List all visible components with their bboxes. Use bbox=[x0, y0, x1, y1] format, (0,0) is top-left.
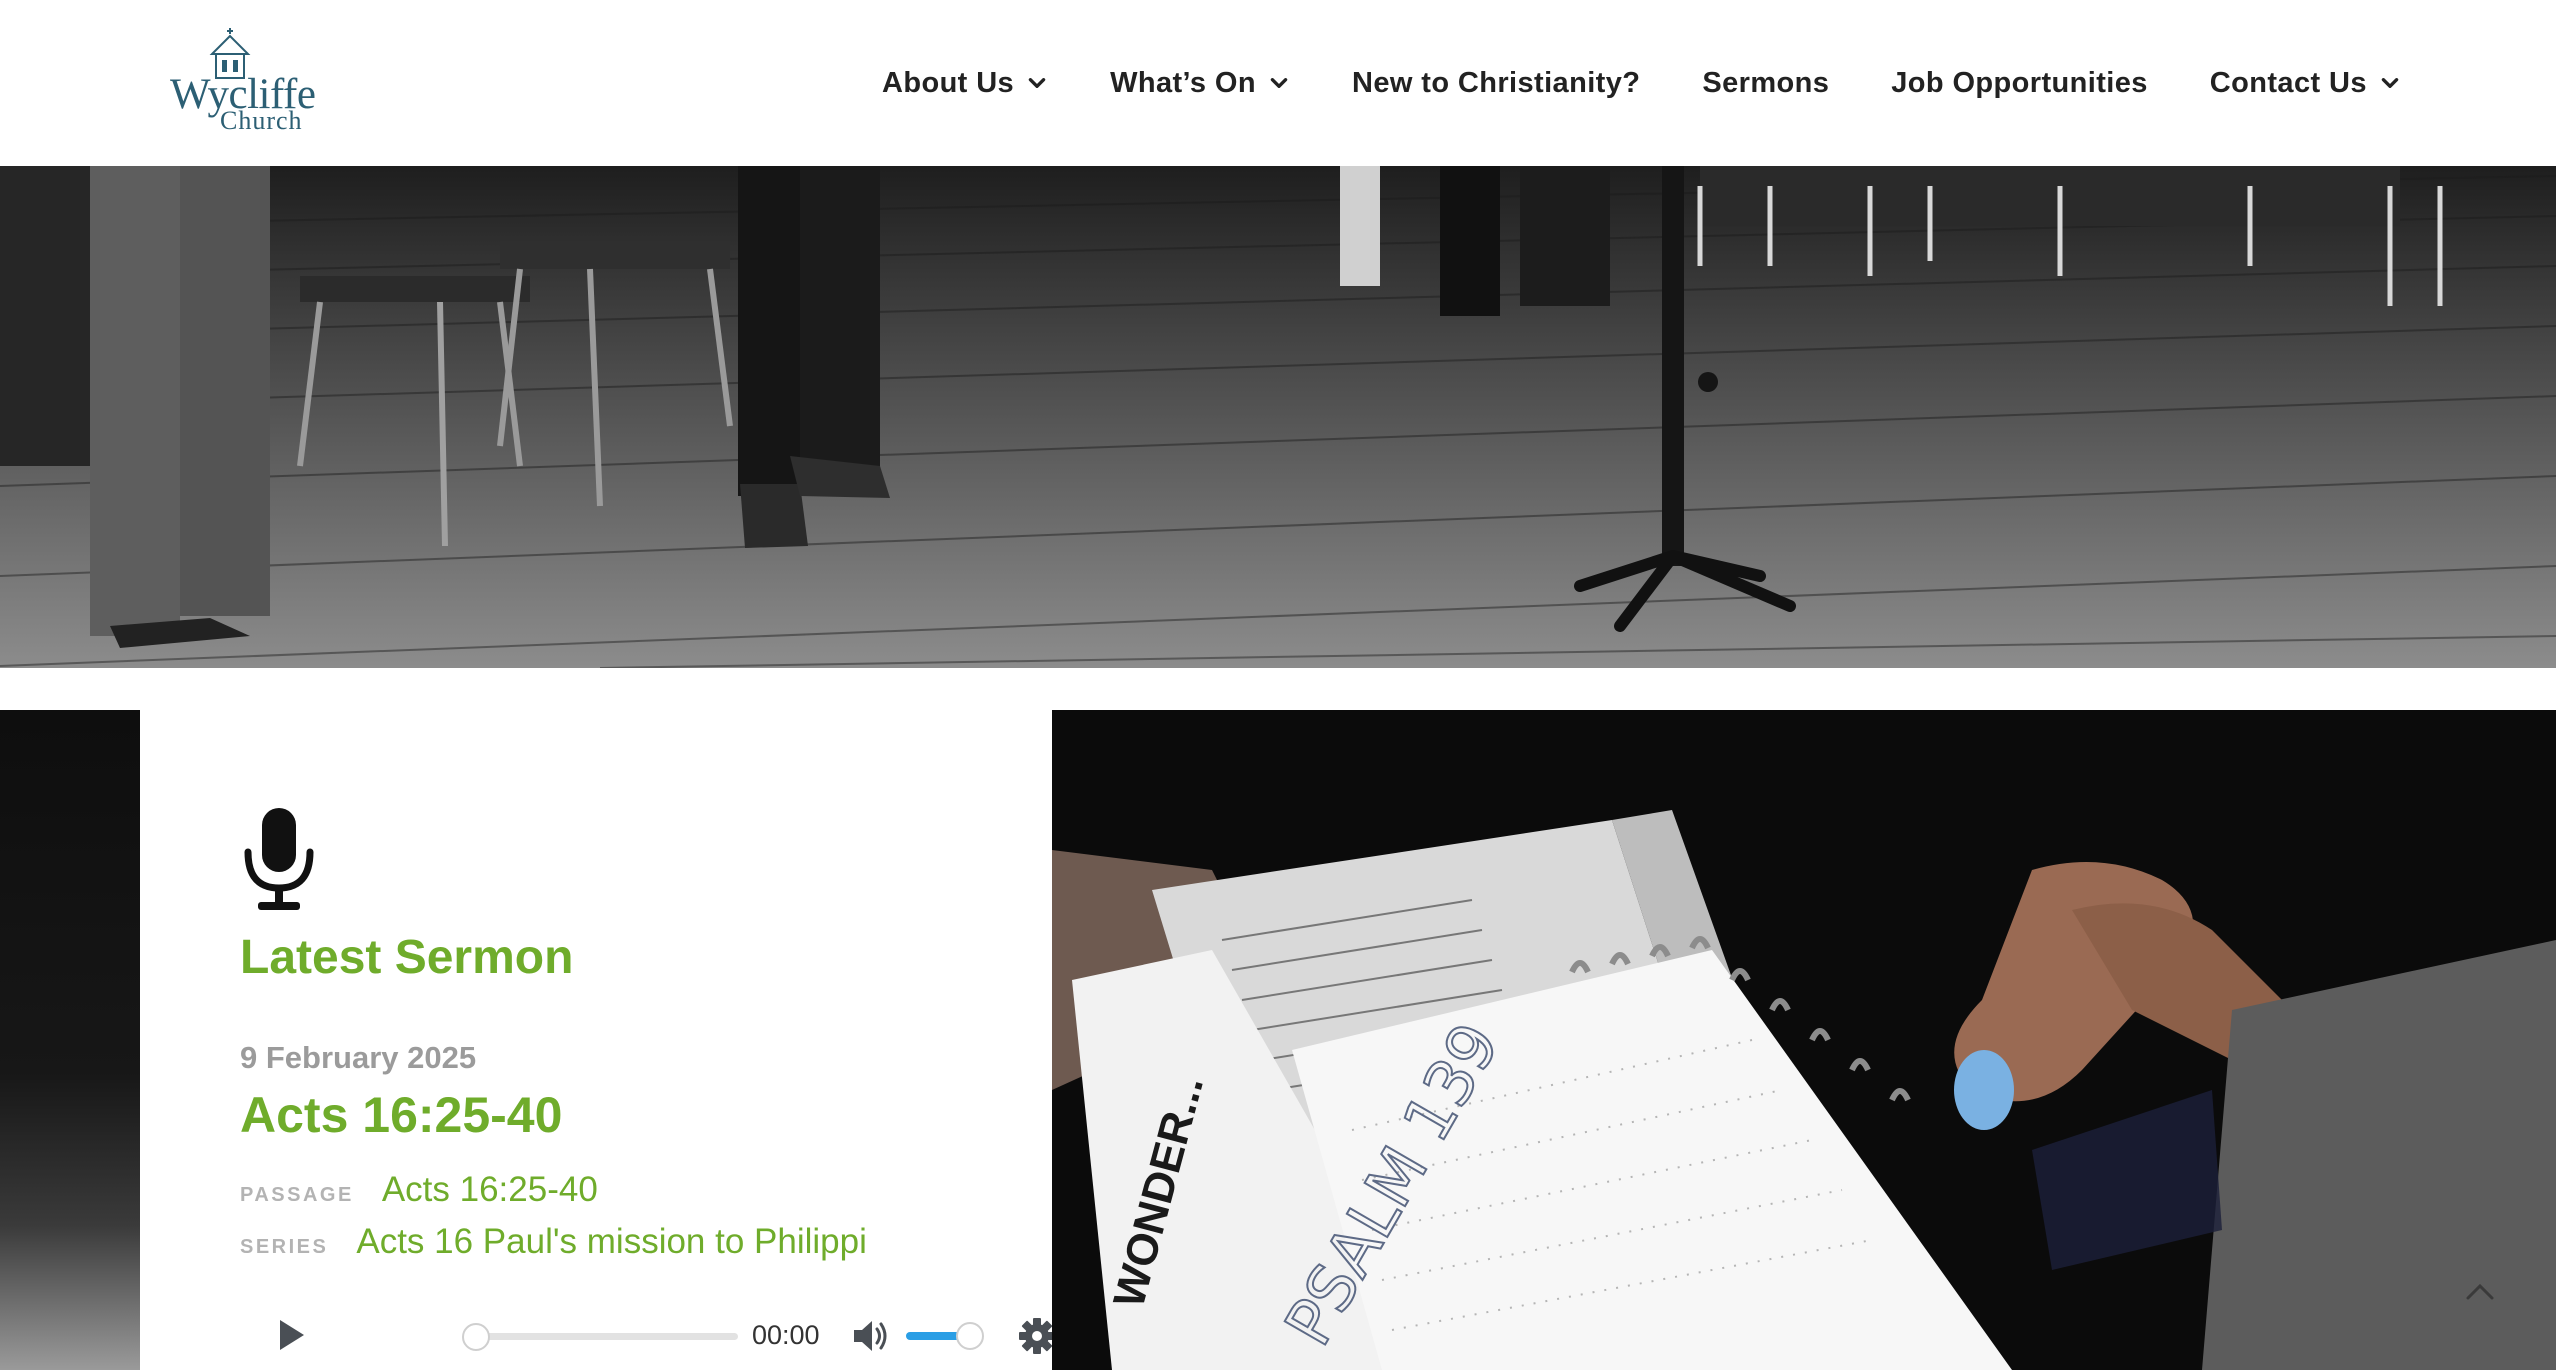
sermon-title[interactable]: Acts 16:25-40 bbox=[240, 1086, 562, 1144]
current-time: 00:00 bbox=[752, 1320, 820, 1350]
sermon-date: 9 February 2025 bbox=[240, 1040, 477, 1075]
play-icon[interactable] bbox=[270, 1315, 310, 1355]
nav-label: Contact Us bbox=[2209, 66, 2367, 99]
nav-item-about-us[interactable]: About Us bbox=[882, 67, 1048, 100]
volume-icon[interactable] bbox=[850, 1318, 890, 1354]
bible-notebook-photo: WONDER... PSALM 139 bbox=[1052, 710, 2556, 1370]
logo-subtitle: Church bbox=[220, 106, 303, 135]
nav-label: Sermons bbox=[1702, 66, 1830, 99]
section-heading: Latest Sermon bbox=[240, 931, 574, 984]
latest-sermon-card: Latest Sermon 9 February 2025 Acts 16:25… bbox=[140, 710, 1055, 1370]
nav-item-new-to-christianity[interactable]: New to Christianity? bbox=[1352, 67, 1640, 100]
nav-label: About Us bbox=[882, 66, 1015, 99]
nav-label: New to Christianity? bbox=[1352, 66, 1641, 99]
main-navigation: About Us What’s On New to Christianity? … bbox=[882, 58, 2401, 108]
nav-item-whats-on[interactable]: What’s On bbox=[1110, 67, 1290, 100]
passage-link[interactable]: Acts 16:25-40 bbox=[382, 1170, 598, 1210]
seek-bar[interactable] bbox=[466, 1333, 738, 1340]
microphone-icon bbox=[244, 808, 314, 910]
nav-label: What’s On bbox=[1110, 66, 1256, 99]
nav-item-contact-us[interactable]: Contact Us bbox=[2210, 67, 2401, 100]
scroll-to-top-icon[interactable] bbox=[2460, 1276, 2500, 1306]
chevron-down-icon bbox=[1270, 78, 1288, 88]
nav-label: Job Opportunities bbox=[1891, 66, 2148, 99]
chevron-down-icon bbox=[1028, 78, 1046, 88]
church-hall-photo bbox=[0, 166, 2556, 668]
series-row: SERIES Acts 16 Paul's mission to Philipp… bbox=[240, 1222, 867, 1262]
wycliffe-church-logo[interactable]: Wycliffe Church bbox=[168, 28, 328, 138]
audio-player: 00:00 bbox=[270, 1310, 1060, 1360]
series-label: SERIES bbox=[240, 1236, 329, 1258]
left-edge-photo bbox=[0, 710, 140, 1370]
hero-banner-image bbox=[0, 166, 2556, 668]
chevron-down-icon bbox=[2381, 78, 2399, 88]
site-header: Wycliffe Church About Us What’s On New t… bbox=[0, 0, 2556, 166]
series-link[interactable]: Acts 16 Paul's mission to Philippi bbox=[356, 1222, 867, 1262]
volume-handle[interactable] bbox=[956, 1322, 984, 1350]
passage-label: PASSAGE bbox=[240, 1184, 354, 1206]
notebook-illustration: WONDER... PSALM 139 bbox=[1052, 710, 2556, 1370]
nav-item-sermons[interactable]: Sermons bbox=[1702, 67, 1829, 100]
passage-row: PASSAGE Acts 16:25-40 bbox=[240, 1170, 598, 1210]
nav-item-job-opportunities[interactable]: Job Opportunities bbox=[1891, 67, 2148, 100]
seek-handle[interactable] bbox=[462, 1323, 490, 1351]
gear-icon[interactable] bbox=[1018, 1317, 1056, 1355]
